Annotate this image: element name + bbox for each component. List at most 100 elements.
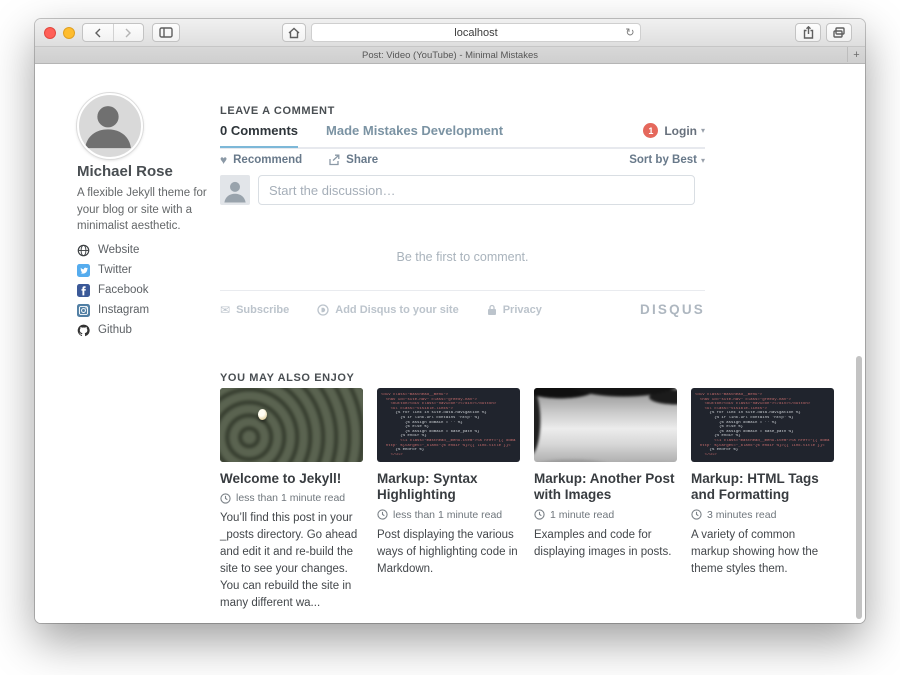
post-excerpt: A variety of common markup showing how t… xyxy=(691,527,834,578)
sidebar-panel-icon xyxy=(159,27,173,38)
author-avatar xyxy=(77,93,143,159)
related-post-card[interactable]: <div class="masthead__menu"> <nav id="si… xyxy=(377,388,520,612)
subscribe-label: Subscribe xyxy=(236,304,289,316)
sidebar-toggle-button[interactable] xyxy=(152,23,180,42)
recommend-button[interactable]: ♥ Recommend xyxy=(220,154,302,166)
share-icon xyxy=(803,26,814,39)
disqus-tabs: 0 Comments Made Mistakes Development 1 L… xyxy=(220,123,705,149)
privacy-label: Privacy xyxy=(503,304,542,316)
twitter-icon xyxy=(77,264,90,277)
person-silhouette-icon xyxy=(220,175,250,205)
post-thumbnail-code: <div class="masthead__menu"> <nav id="si… xyxy=(377,388,520,462)
author-bio: A flexible Jekyll theme for your blog or… xyxy=(77,185,219,235)
tab-overview-button[interactable] xyxy=(826,23,852,42)
add-disqus-button[interactable]: Add Disqus to your site xyxy=(317,304,458,316)
post-excerpt: Post displaying the various ways of high… xyxy=(377,527,520,578)
globe-icon xyxy=(77,244,90,257)
sidebar-link-website[interactable]: Website xyxy=(77,240,217,260)
read-time: less than 1 minute read xyxy=(393,509,502,521)
notification-badge: 1 xyxy=(643,123,658,138)
sidebar-link-twitter[interactable]: Twitter xyxy=(77,260,217,280)
back-button[interactable] xyxy=(83,24,114,41)
share-arrow-icon xyxy=(328,154,340,166)
sidebar-link-label: Website xyxy=(98,244,139,256)
scrollbar-thumb[interactable] xyxy=(856,356,862,619)
author-name: Michael Rose xyxy=(77,163,173,180)
home-button[interactable] xyxy=(282,23,306,42)
close-window-button[interactable] xyxy=(44,27,56,39)
post-thumbnail-green-foam xyxy=(220,388,363,462)
sort-label: Sort by Best xyxy=(629,154,697,166)
active-tab[interactable]: Post: Video (YouTube) - Minimal Mistakes xyxy=(362,50,538,61)
chevron-down-icon: ▾ xyxy=(701,126,705,135)
read-time: 1 minute read xyxy=(550,509,614,521)
login-label: Login xyxy=(664,124,697,138)
post-title[interactable]: Markup: Another Post with Images xyxy=(534,471,677,504)
sidebar-link-label: Twitter xyxy=(98,264,132,276)
post-meta: less than 1 minute read xyxy=(220,492,363,504)
share-label: Share xyxy=(346,154,378,166)
privacy-button[interactable]: Privacy xyxy=(487,304,542,316)
home-icon xyxy=(288,27,300,39)
comment-composer xyxy=(220,175,705,205)
related-posts-heading: YOU MAY ALSO ENJOY xyxy=(220,372,354,384)
post-title[interactable]: Welcome to Jekyll! xyxy=(220,471,363,487)
share-button[interactable] xyxy=(795,23,821,42)
post-excerpt: You’ll find this post in your _posts dir… xyxy=(220,510,363,611)
post-meta: 3 minutes read xyxy=(691,509,834,521)
sidebar-link-facebook[interactable]: Facebook xyxy=(77,280,217,300)
disqus-logo[interactable]: DISQUS xyxy=(640,302,705,317)
clock-icon xyxy=(534,509,545,520)
facebook-icon xyxy=(77,284,90,297)
post-title[interactable]: Markup: Syntax Highlighting xyxy=(377,471,520,504)
new-tab-button[interactable]: + xyxy=(847,47,865,62)
recommend-label: Recommend xyxy=(233,154,302,166)
browser-toolbar: localhost ↻ xyxy=(35,19,865,47)
forward-button[interactable] xyxy=(114,24,144,41)
related-post-card[interactable]: Markup: Another Post with Images 1 minut… xyxy=(534,388,677,612)
tabs-overview-icon xyxy=(833,27,845,38)
comments-heading: LEAVE A COMMENT xyxy=(220,105,335,117)
tab-bar: Post: Video (YouTube) - Minimal Mistakes… xyxy=(35,47,865,64)
chevron-left-icon xyxy=(94,28,102,38)
disqus-footer: ✉ Subscribe Add Disqus to your site Pr xyxy=(220,302,705,317)
sidebar-link-github[interactable]: Github xyxy=(77,320,217,340)
heart-icon: ♥ xyxy=(220,154,227,166)
egg-highlight xyxy=(258,409,267,420)
post-excerpt: Examples and code for displaying images … xyxy=(534,527,677,561)
sidebar-link-instagram[interactable]: Instagram xyxy=(77,300,217,320)
author-links: Website Twitter Facebook xyxy=(77,240,217,340)
post-title[interactable]: Markup: HTML Tags and Formatting xyxy=(691,471,834,504)
url-text[interactable]: localhost xyxy=(332,27,620,39)
post-thumbnail-foggy-tree xyxy=(534,388,677,462)
sidebar-link-label: Instagram xyxy=(98,304,149,316)
tab-community[interactable]: Made Mistakes Development xyxy=(326,123,503,138)
github-icon xyxy=(77,324,90,337)
history-nav-group xyxy=(82,23,144,42)
disqus-d-icon xyxy=(317,304,329,316)
post-thumbnail-code: <div class="masthead__menu"> <nav id="si… xyxy=(691,388,834,462)
add-disqus-label: Add Disqus to your site xyxy=(335,304,458,316)
composer-avatar xyxy=(220,175,250,205)
related-posts-grid: Welcome to Jekyll! less than 1 minute re… xyxy=(220,388,835,612)
chevron-right-icon xyxy=(124,28,132,38)
related-post-card[interactable]: Welcome to Jekyll! less than 1 minute re… xyxy=(220,388,363,612)
clock-icon xyxy=(220,493,231,504)
tab-comment-count[interactable]: 0 Comments xyxy=(220,123,298,146)
related-post-card[interactable]: <div class="masthead__menu"> <nav id="si… xyxy=(691,388,834,612)
share-thread-button[interactable]: Share xyxy=(328,154,378,166)
page-content: Michael Rose A flexible Jekyll theme for… xyxy=(35,64,865,623)
envelope-icon: ✉ xyxy=(220,304,230,316)
address-bar[interactable]: localhost ↻ xyxy=(311,23,641,42)
login-button[interactable]: 1 Login ▾ xyxy=(643,123,705,138)
divider xyxy=(220,290,705,291)
clock-icon xyxy=(377,509,388,520)
minimize-window-button[interactable] xyxy=(63,27,75,39)
sidebar-link-label: Facebook xyxy=(98,284,149,296)
reload-icon[interactable]: ↻ xyxy=(620,26,640,39)
read-time: less than 1 minute read xyxy=(236,492,345,504)
sort-by-dropdown[interactable]: Sort by Best ▾ xyxy=(629,154,705,166)
subscribe-button[interactable]: ✉ Subscribe xyxy=(220,304,289,316)
chevron-down-icon: ▾ xyxy=(701,156,705,165)
comment-input[interactable] xyxy=(258,175,695,205)
